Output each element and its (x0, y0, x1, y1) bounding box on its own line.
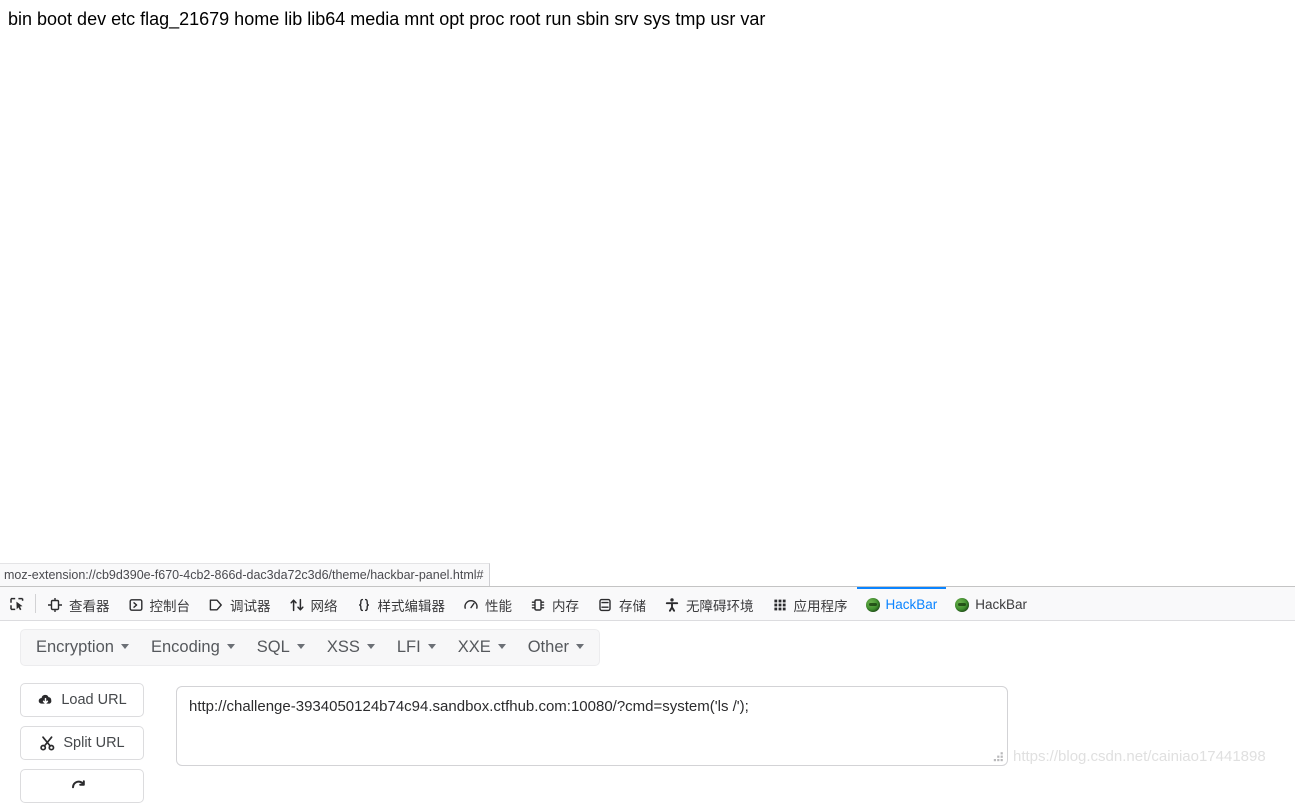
split-url-button[interactable]: Split URL (20, 726, 144, 760)
devtools-tab-network[interactable]: 网络 (280, 587, 347, 620)
devtools-tab-label: 应用程序 (793, 598, 848, 614)
button-label: Load URL (61, 692, 127, 708)
page-viewport: bin boot dev etc flag_21679 home lib lib… (0, 0, 1295, 587)
devtools-tab-hackbar-secondary[interactable]: HackBar (946, 587, 1036, 620)
devtools-tab-memory[interactable]: 内存 (521, 587, 588, 620)
element-picker-icon (9, 596, 25, 612)
chevron-down-icon (366, 644, 375, 649)
storage-icon (597, 597, 613, 613)
devtools-tab-application[interactable]: 应用程序 (763, 587, 857, 620)
devtools-tab-label: 性能 (485, 598, 512, 614)
hackbar-logo-icon (865, 597, 880, 612)
menu-label: Encryption (36, 638, 114, 656)
devtools-tab-label: 调试器 (230, 598, 271, 614)
devtools-tab-label: 内存 (552, 598, 579, 614)
button-label: Split URL (63, 735, 125, 751)
hackbar-url-field-wrap (176, 686, 1008, 766)
devtools-tab-accessibility[interactable]: 无障碍环境 (655, 587, 763, 620)
devtools-tab-label: HackBar (975, 597, 1028, 612)
menu-label: XSS (326, 638, 360, 656)
execute-icon (70, 778, 87, 795)
devtools-tab-console[interactable]: 控制台 (119, 587, 200, 620)
chevron-down-icon (296, 644, 305, 649)
devtools-tab-label: 存储 (619, 598, 646, 614)
menu-label: Other (527, 638, 569, 656)
chevron-down-icon (226, 644, 235, 649)
toolbar-separator (35, 594, 36, 613)
scissors-icon (39, 735, 56, 752)
hackbar-menu-xss[interactable]: XSS (316, 635, 386, 660)
debugger-icon (208, 597, 224, 613)
inspector-icon (47, 597, 63, 613)
application-grid-icon (772, 597, 788, 613)
hackbar-menu-encryption[interactable]: Encryption (25, 635, 140, 660)
console-icon (128, 597, 144, 613)
chevron-down-icon (497, 644, 506, 649)
memory-icon (530, 597, 546, 613)
menu-label: XXE (457, 638, 491, 656)
devtools-tab-label: 无障碍环境 (686, 598, 754, 614)
menu-label: SQL (256, 638, 290, 656)
cloud-download-icon (37, 692, 54, 709)
devtools-toolbar: 查看器 控制台 调试器 网络 样式编辑器 性能 内存 存储 无障碍环境 应用程序… (0, 587, 1295, 621)
load-url-button[interactable]: Load URL (20, 683, 144, 717)
devtools-tab-inspector[interactable]: 查看器 (38, 587, 119, 620)
hackbar-menu-sql[interactable]: SQL (246, 635, 316, 660)
devtools-tab-debugger[interactable]: 调试器 (199, 587, 280, 620)
devtools-tab-label: 控制台 (149, 598, 191, 614)
url-input[interactable] (176, 686, 1008, 766)
hackbar-menu-other[interactable]: Other (517, 635, 595, 660)
devtools-tab-label: 网络 (310, 598, 338, 614)
chevron-down-icon (120, 644, 129, 649)
hackbar-logo-icon (955, 597, 970, 612)
devtools-tab-label: 样式编辑器 (377, 598, 446, 614)
status-bar-url: moz-extension://cb9d390e-f670-4cb2-866d-… (0, 563, 491, 586)
devtools-tab-label: HackBar (885, 597, 938, 612)
hackbar-menu-xxe[interactable]: XXE (447, 635, 517, 660)
performance-icon (463, 597, 479, 613)
element-picker-button[interactable] (0, 587, 33, 620)
chevron-down-icon (427, 644, 436, 649)
network-icon (289, 597, 305, 613)
hackbar-action-buttons: Load URL Split URL (20, 683, 144, 812)
devtools-tab-performance[interactable]: 性能 (454, 587, 521, 620)
chevron-down-icon (576, 644, 584, 649)
devtools-tab-storage[interactable]: 存储 (588, 587, 655, 620)
devtools-tab-label: 查看器 (69, 598, 110, 614)
devtools-tab-hackbar-active[interactable]: HackBar (856, 587, 947, 620)
hackbar-menubar: Encryption Encoding SQL XSS LFI XXE Othe… (20, 629, 600, 666)
menu-label: Encoding (150, 638, 220, 656)
menu-label: LFI (396, 638, 421, 656)
style-editor-icon (356, 597, 372, 613)
page-body-text: bin boot dev etc flag_21679 home lib lib… (8, 9, 766, 29)
watermark-text: https://blog.csdn.net/cainiao17441898 (1013, 748, 1266, 765)
accessibility-icon (664, 597, 680, 613)
hackbar-menu-encoding[interactable]: Encoding (140, 635, 246, 660)
devtools-tab-style-editor[interactable]: 样式编辑器 (347, 587, 455, 620)
execute-button[interactable] (20, 769, 144, 803)
hackbar-menu-lfi[interactable]: LFI (386, 635, 447, 660)
